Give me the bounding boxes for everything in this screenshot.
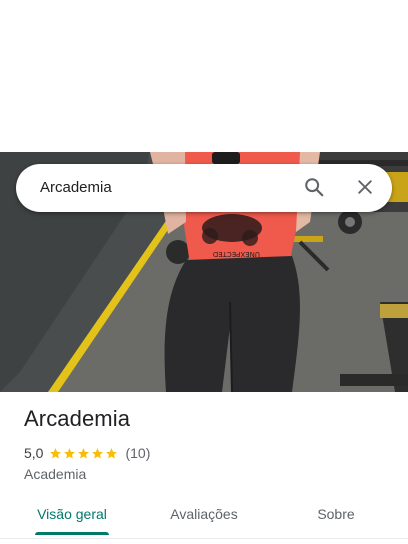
- place-title: Arcademia: [24, 406, 131, 431]
- tab-overview[interactable]: Visão geral: [20, 492, 124, 536]
- top-blank-area: [0, 0, 408, 152]
- tab-bar: Visão geral Avaliações Sobre: [0, 492, 408, 539]
- rating-value: 5,0: [24, 445, 44, 461]
- star-icon: [50, 447, 62, 459]
- review-count[interactable]: (10): [125, 445, 150, 461]
- close-button[interactable]: [353, 176, 377, 200]
- search-icon: [303, 176, 325, 201]
- search-input[interactable]: [40, 164, 290, 212]
- active-tab-indicator: [35, 532, 109, 535]
- rating-stars: [49, 447, 119, 460]
- rating-row[interactable]: 5,0 (10): [24, 443, 150, 463]
- search-button[interactable]: [302, 176, 326, 200]
- star-icon: [106, 447, 118, 459]
- tab-about[interactable]: Sobre: [284, 492, 388, 536]
- svg-text:UNEXPECTED: UNEXPECTED: [213, 250, 260, 258]
- star-icon: [64, 447, 76, 459]
- tab-reviews[interactable]: Avaliações: [152, 492, 256, 536]
- star-icon: [78, 447, 90, 459]
- star-icon: [92, 447, 104, 459]
- search-bar: [16, 164, 392, 212]
- place-category[interactable]: Academia: [24, 466, 86, 482]
- close-icon: [355, 177, 375, 200]
